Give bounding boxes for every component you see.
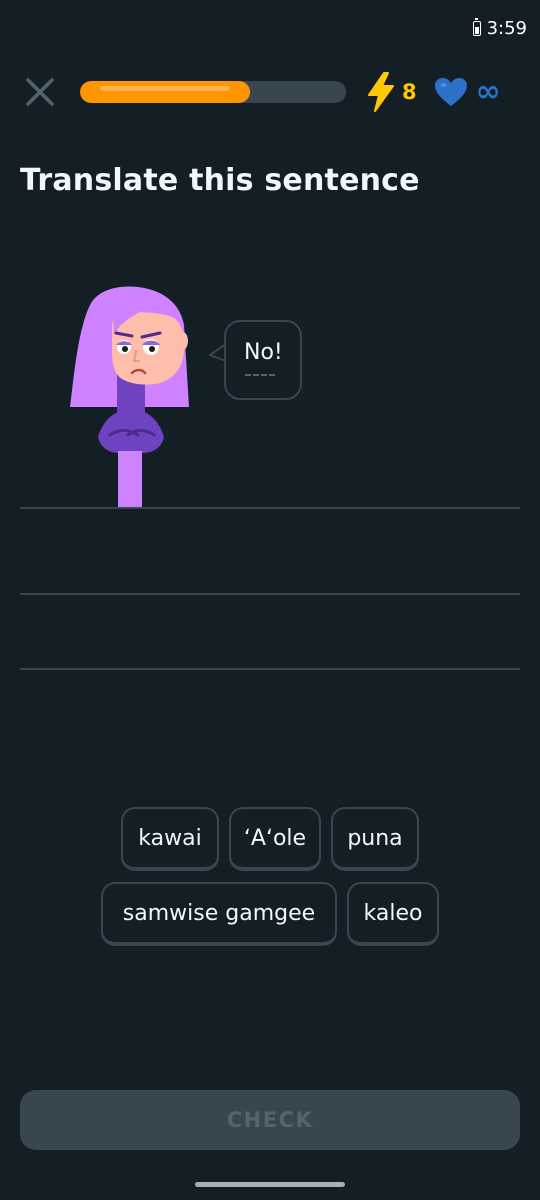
- word-bank-row: kawai ʻAʻole puna: [0, 807, 540, 871]
- status-bar: 3:59: [472, 18, 527, 39]
- energy-stat[interactable]: 8: [366, 72, 417, 112]
- word-bank: kawai ʻAʻole puna samwise gamgee kaleo: [0, 807, 540, 957]
- home-indicator[interactable]: [195, 1182, 345, 1187]
- answer-line-2: [20, 593, 520, 595]
- word-chip-aole[interactable]: ʻAʻole: [229, 807, 321, 871]
- character-lily-illustration: [70, 286, 189, 508]
- word-chip-kawai[interactable]: kawai: [121, 807, 219, 871]
- progress-fill: [80, 81, 251, 103]
- word-chip-puna[interactable]: puna: [331, 807, 419, 871]
- lesson-top-bar: 8 ∞: [22, 70, 518, 114]
- exercise-title: Translate this sentence: [20, 163, 420, 198]
- answer-line-3: [20, 668, 520, 670]
- word-chip-samwise-gamgee[interactable]: samwise gamgee: [101, 882, 337, 946]
- hearts-infinite-value: ∞: [475, 74, 501, 109]
- lightning-icon: [368, 72, 394, 112]
- answer-line-1: [20, 507, 520, 509]
- progress-shine: [100, 86, 231, 91]
- word-bank-row: samwise gamgee kaleo: [0, 882, 540, 946]
- hearts-stat[interactable]: ∞: [434, 77, 501, 107]
- battery-icon: [472, 18, 481, 36]
- close-icon: [26, 78, 54, 106]
- heart-icon: [434, 78, 467, 106]
- check-button[interactable]: CHECK: [20, 1090, 520, 1150]
- prompt-sentence[interactable]: No!: [244, 340, 283, 365]
- lesson-screen: 3:59 8 ∞ Translate this sentence No! kaw…: [0, 0, 540, 1200]
- word-chip-kaleo[interactable]: kaleo: [347, 882, 439, 946]
- energy-count: 8: [402, 80, 417, 104]
- status-time: 3:59: [486, 18, 527, 39]
- progress-bar: [80, 81, 346, 103]
- close-button[interactable]: [22, 74, 58, 110]
- prompt-hint-underline: [245, 374, 275, 376]
